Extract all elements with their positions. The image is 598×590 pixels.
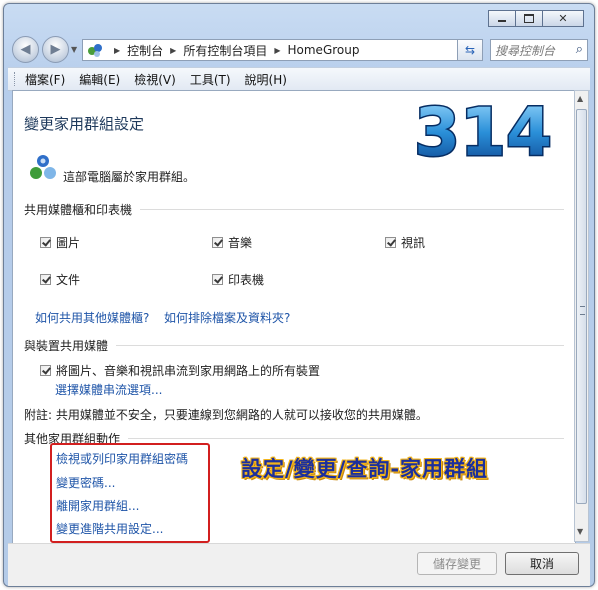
link-media-streaming-options[interactable]: 選擇媒體串流選項... bbox=[55, 381, 162, 398]
menu-help[interactable]: 說明(H) bbox=[245, 71, 287, 88]
number-314-text: 314 bbox=[414, 97, 552, 167]
checkbox-pictures[interactable]: 圖片 bbox=[40, 234, 80, 251]
shared-libraries-section: 共用媒體櫃和印表機 bbox=[24, 201, 564, 218]
checkbox-label: 圖片 bbox=[56, 236, 81, 250]
checkbox-checked-icon bbox=[212, 237, 223, 248]
scroll-down-icon[interactable]: ▼ bbox=[577, 527, 583, 536]
navigation-bar: ◀ ▶ ▼ ▶ 控制台 ▶ 所有控制台項目 ▶ HomeGroup ▼ ⇆ 搜尋… bbox=[10, 35, 590, 65]
recent-pages-dropdown-icon[interactable]: ▼ bbox=[71, 45, 77, 54]
device-media-section: 與裝置共用媒體 bbox=[24, 337, 564, 354]
checkbox-label: 將圖片、音樂和視訊串流到家用網路上的所有裝置 bbox=[56, 364, 321, 378]
checkbox-checked-icon bbox=[40, 237, 51, 248]
link-share-other-libraries[interactable]: 如何共用其他媒體櫃? bbox=[35, 309, 149, 326]
checkbox-checked-icon bbox=[385, 237, 396, 248]
menu-view[interactable]: 檢視(V) bbox=[134, 71, 176, 88]
section-heading: 共用媒體櫃和印表機 bbox=[24, 203, 133, 217]
maximize-icon bbox=[524, 14, 534, 23]
homegroup-status: 這部電腦屬於家用群組。 bbox=[63, 170, 196, 184]
breadcrumb-separator-icon: ▶ bbox=[274, 45, 281, 55]
divider bbox=[140, 209, 564, 210]
menu-grip bbox=[14, 72, 17, 86]
vertical-scrollbar[interactable]: ▲ ▼ bbox=[574, 90, 589, 542]
cancel-button[interactable]: 取消 bbox=[505, 552, 579, 575]
scroll-grip bbox=[580, 306, 585, 315]
breadcrumb-separator-icon: ▶ bbox=[114, 45, 121, 55]
page-title: 變更家用群組設定 bbox=[24, 115, 145, 133]
section-heading: 與裝置共用媒體 bbox=[24, 339, 109, 353]
divider bbox=[116, 345, 564, 346]
search-box[interactable]: 搜尋控制台 ⌕ bbox=[490, 39, 588, 61]
maximize-button[interactable] bbox=[515, 10, 543, 27]
menu-bar: 檔案(F) 編輯(E) 檢視(V) 工具(T) 說明(H) bbox=[8, 67, 590, 91]
checkbox-printers[interactable]: 印表機 bbox=[212, 271, 264, 288]
menu-edit[interactable]: 編輯(E) bbox=[79, 71, 120, 88]
search-icon[interactable]: ⌕ bbox=[576, 42, 583, 57]
menu-tools[interactable]: 工具(T) bbox=[190, 71, 231, 88]
minimize-button[interactable] bbox=[488, 10, 516, 27]
checkbox-label: 文件 bbox=[56, 273, 81, 287]
checkbox-checked-icon bbox=[40, 365, 51, 376]
save-changes-button[interactable]: 儲存變更 bbox=[417, 552, 497, 575]
back-button[interactable]: ◀ bbox=[12, 36, 39, 63]
dialog-footer: 儲存變更 取消 bbox=[8, 543, 590, 586]
forward-button[interactable]: ▶ bbox=[42, 36, 69, 63]
main-content: 變更家用群組設定 這部電腦屬於家用群組。 共用媒體櫃和印表機 圖片 音樂 視訊 … bbox=[12, 90, 576, 544]
number-314-annotation: 314 bbox=[413, 97, 554, 167]
address-bar[interactable]: ▶ 控制台 ▶ 所有控制台項目 ▶ HomeGroup ▼ bbox=[82, 39, 482, 61]
divider bbox=[128, 438, 564, 439]
breadcrumb-control-panel[interactable]: 控制台 bbox=[127, 42, 163, 59]
search-placeholder: 搜尋控制台 bbox=[495, 43, 556, 58]
minimize-icon bbox=[498, 20, 506, 22]
checkbox-label: 印表機 bbox=[228, 273, 265, 287]
refresh-button[interactable]: ⇆ bbox=[457, 39, 483, 61]
close-icon: ✕ bbox=[558, 12, 568, 25]
caption-buttons: ✕ bbox=[488, 10, 584, 27]
checkbox-checked-icon bbox=[40, 274, 51, 285]
back-arrow-icon: ◀ bbox=[20, 42, 31, 57]
highlight-annotation-box bbox=[50, 443, 210, 543]
annotation-caption: 設定/變更/查詢-家用群組 bbox=[241, 457, 489, 481]
checkbox-documents[interactable]: 文件 bbox=[40, 271, 80, 288]
control-panel-icon bbox=[88, 44, 102, 57]
security-note: 附註: 共用媒體並不安全，只要連線到您網路的人就可以接收您的共用媒體。 bbox=[24, 408, 428, 422]
checkbox-label: 音樂 bbox=[228, 236, 253, 250]
control-panel-window: ✕ ◀ ▶ ▼ ▶ 控制台 ▶ 所有控制台項目 ▶ HomeGroup ▼ ⇆ bbox=[3, 3, 595, 587]
link-exclude-files[interactable]: 如何排除檔案及資料夾? bbox=[164, 309, 290, 326]
close-button[interactable]: ✕ bbox=[542, 10, 584, 27]
scroll-up-icon[interactable]: ▲ bbox=[577, 94, 583, 103]
breadcrumb-all-items[interactable]: 所有控制台項目 bbox=[183, 42, 267, 59]
checkbox-videos[interactable]: 視訊 bbox=[385, 234, 425, 251]
checkbox-checked-icon bbox=[212, 274, 223, 285]
checkbox-stream-media[interactable]: 將圖片、音樂和視訊串流到家用網路上的所有裝置 bbox=[40, 362, 320, 379]
refresh-icon: ⇆ bbox=[464, 43, 476, 57]
checkbox-music[interactable]: 音樂 bbox=[212, 234, 252, 251]
menu-file[interactable]: 檔案(F) bbox=[25, 71, 65, 88]
forward-arrow-icon: ▶ bbox=[50, 42, 61, 57]
checkbox-label: 視訊 bbox=[401, 236, 426, 250]
homegroup-icon bbox=[30, 155, 56, 179]
breadcrumb-homegroup[interactable]: HomeGroup bbox=[288, 43, 360, 57]
scroll-thumb[interactable] bbox=[576, 109, 587, 504]
breadcrumb-separator-icon: ▶ bbox=[170, 45, 177, 55]
